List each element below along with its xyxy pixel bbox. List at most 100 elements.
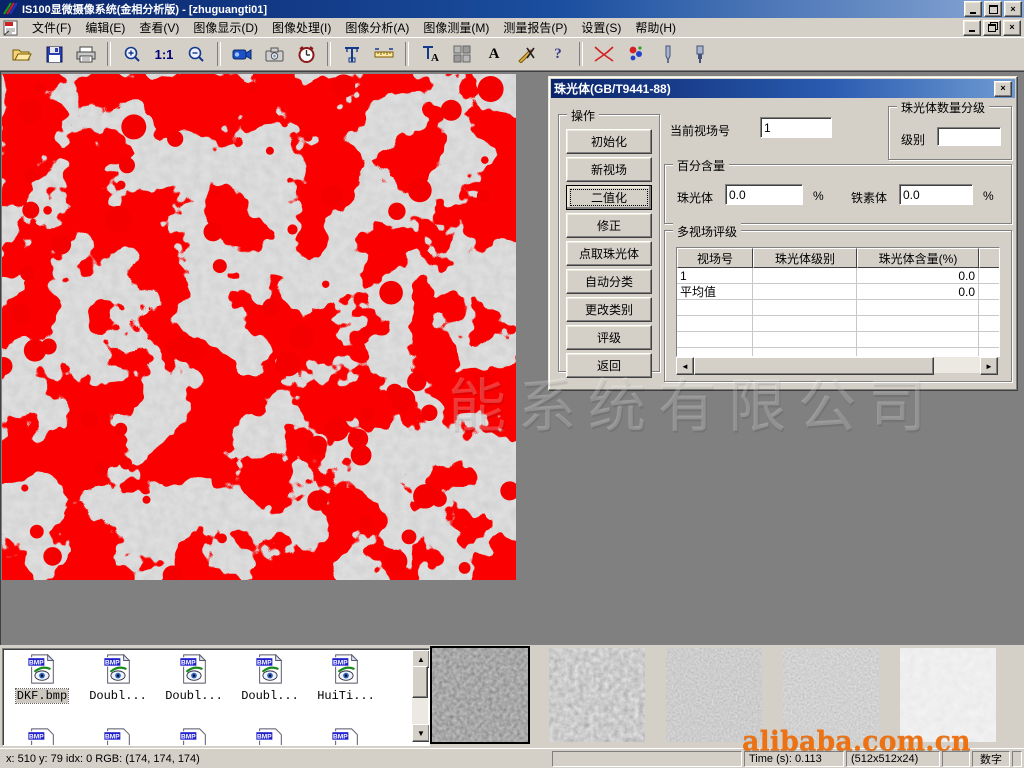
dialog-title-bar[interactable]: 珠光体(GB/T9441-88) × <box>551 79 1015 98</box>
menu-help[interactable]: 帮助(H) <box>628 17 683 38</box>
bmp-file-icon: BMP <box>178 727 210 746</box>
file-item[interactable]: BMP HuiTi... <box>309 653 383 703</box>
menu-view[interactable]: 查看(V) <box>132 17 186 38</box>
file-item[interactable]: BMP Doubl... <box>157 653 231 703</box>
scroll-left-icon[interactable]: ◄ <box>676 357 694 375</box>
menu-file[interactable]: 文件(F) <box>25 17 78 38</box>
file-item[interactable]: BMP <box>309 727 383 746</box>
phase-particles-icon[interactable] <box>621 40 651 68</box>
current-field-input[interactable] <box>760 117 832 138</box>
operations-group: 操作 初始化 新视场 二值化 修正 点取珠光体 自动分类 更改类别 评级 返回 <box>558 114 660 372</box>
bmp-file-icon: BMP <box>102 653 134 685</box>
grade-button[interactable]: 评级 <box>566 325 652 350</box>
camera-icon[interactable] <box>259 40 289 68</box>
workspace: 能系统有限公司 珠光体(GB/T9441-88) × 操作 初始化 新视场 二值… <box>0 71 1024 645</box>
file-item[interactable]: BMP <box>157 727 231 746</box>
status-time: Time (s): 0.113 <box>744 751 844 767</box>
status-image-dimensions: (512x512x24) <box>846 751 940 767</box>
mdi-close-button[interactable]: × <box>1003 20 1021 36</box>
scrollbar-thumb[interactable] <box>694 357 934 375</box>
pearlite-input[interactable] <box>725 184 803 205</box>
svg-text:BMP: BMP <box>333 659 348 666</box>
ruler-icon[interactable] <box>369 40 399 68</box>
binarize-button[interactable]: 二值化 <box>566 185 652 210</box>
new-field-button[interactable]: 新视场 <box>566 157 652 182</box>
file-item[interactable]: BMP Doubl... <box>81 653 155 703</box>
grade-input[interactable] <box>937 127 1001 146</box>
maximize-button[interactable] <box>984 1 1002 17</box>
table-row[interactable]: 1 0.0 <box>677 268 1000 284</box>
pearlite-dialog: 珠光体(GB/T9441-88) × 操作 初始化 新视场 二值化 修正 点取珠… <box>548 76 1018 391</box>
scrollbar-thumb[interactable] <box>412 666 428 698</box>
initialize-button[interactable]: 初始化 <box>566 129 652 154</box>
menu-image-processing[interactable]: 图像处理(I) <box>265 17 338 38</box>
video-camera-icon[interactable] <box>227 40 257 68</box>
curve-analysis-icon[interactable] <box>589 40 619 68</box>
mdi-restore-button[interactable] <box>983 20 1001 36</box>
thumbnail-1[interactable] <box>432 648 528 742</box>
thumbnail-2[interactable] <box>549 648 645 742</box>
help-icon[interactable]: ? <box>543 40 573 68</box>
file-item[interactable]: BMP <box>5 727 79 746</box>
grid-icon[interactable] <box>447 40 477 68</box>
return-button[interactable]: 返回 <box>566 353 652 378</box>
text-annotation-icon[interactable]: A <box>479 40 509 68</box>
actual-size-icon[interactable]: 1:1 <box>149 40 179 68</box>
brush-tool-icon[interactable] <box>685 40 715 68</box>
grading-table[interactable]: 视场号 珠光体级别 珠光体含量(%) 铁素体含量(%) 1 0.0 <box>676 247 1000 357</box>
save-icon[interactable] <box>39 40 69 68</box>
thumbnail-4[interactable] <box>783 648 879 742</box>
svg-text:A: A <box>431 52 439 63</box>
col-pearlite-content[interactable]: 珠光体含量(%) <box>857 248 979 268</box>
scroll-down-icon[interactable]: ▼ <box>412 724 430 742</box>
pearlite-label: 珠光体 <box>677 189 713 206</box>
col-field-number[interactable]: 视场号 <box>677 248 753 268</box>
auto-classify-button[interactable]: 自动分类 <box>566 269 652 294</box>
print-icon[interactable] <box>71 40 101 68</box>
col-pearlite-grade[interactable]: 珠光体级别 <box>753 248 857 268</box>
file-item[interactable]: BMP <box>81 727 155 746</box>
zoom-in-icon[interactable] <box>117 40 147 68</box>
file-item[interactable]: BMP <box>233 727 307 746</box>
table-horizontal-scrollbar[interactable]: ◄ ► <box>676 357 998 373</box>
file-list-scrollbar[interactable]: ▲ ▼ <box>412 650 428 742</box>
pen-probe-icon[interactable] <box>653 40 683 68</box>
file-item[interactable]: BMP DKF.bmp <box>5 653 79 703</box>
measure-text-icon[interactable]: A <box>415 40 445 68</box>
table-row[interactable]: 平均值 0.0 <box>677 284 1000 300</box>
mdi-minimize-button[interactable] <box>963 20 981 36</box>
thumbnail-3[interactable] <box>666 648 762 742</box>
pick-pearlite-button[interactable]: 点取珠光体 <box>566 241 652 266</box>
open-icon[interactable] <box>7 40 37 68</box>
scroll-right-icon[interactable]: ► <box>980 357 998 375</box>
draw-edit-icon[interactable] <box>511 40 541 68</box>
document-icon[interactable] <box>3 20 21 36</box>
menu-image-analysis[interactable]: 图像分析(A) <box>338 17 416 38</box>
minimize-button[interactable] <box>964 1 982 17</box>
thumbnail-5[interactable] <box>900 648 996 742</box>
menu-image-display[interactable]: 图像显示(D) <box>186 17 265 38</box>
file-browser[interactable]: BMP DKF.bmp BMP Doubl... BMP Doubl... BM… <box>2 648 430 746</box>
micrograph-image[interactable] <box>2 74 516 580</box>
status-panel-empty <box>1012 751 1022 767</box>
dialog-close-button[interactable]: × <box>994 81 1012 97</box>
ferrite-input[interactable] <box>899 184 973 205</box>
correct-button[interactable]: 修正 <box>566 213 652 238</box>
bmp-file-icon: BMP <box>26 727 58 746</box>
table-row-empty <box>677 348 1000 357</box>
svg-text:BMP: BMP <box>333 733 348 740</box>
status-panel-empty <box>552 751 742 767</box>
grade-label: 级别 <box>901 131 925 148</box>
menu-edit[interactable]: 编辑(E) <box>78 17 132 38</box>
menu-measure-report[interactable]: 测量报告(P) <box>496 17 574 38</box>
file-item[interactable]: BMP Doubl... <box>233 653 307 703</box>
caliper-icon[interactable] <box>337 40 367 68</box>
table-row-empty <box>677 316 1000 332</box>
close-button[interactable]: × <box>1004 1 1022 17</box>
zoom-out-icon[interactable] <box>181 40 211 68</box>
col-ferrite-content[interactable]: 铁素体含量(%) <box>979 248 1000 268</box>
menu-settings[interactable]: 设置(S) <box>574 17 628 38</box>
menu-image-measure[interactable]: 图像测量(M) <box>416 17 496 38</box>
timer-icon[interactable] <box>291 40 321 68</box>
change-class-button[interactable]: 更改类别 <box>566 297 652 322</box>
